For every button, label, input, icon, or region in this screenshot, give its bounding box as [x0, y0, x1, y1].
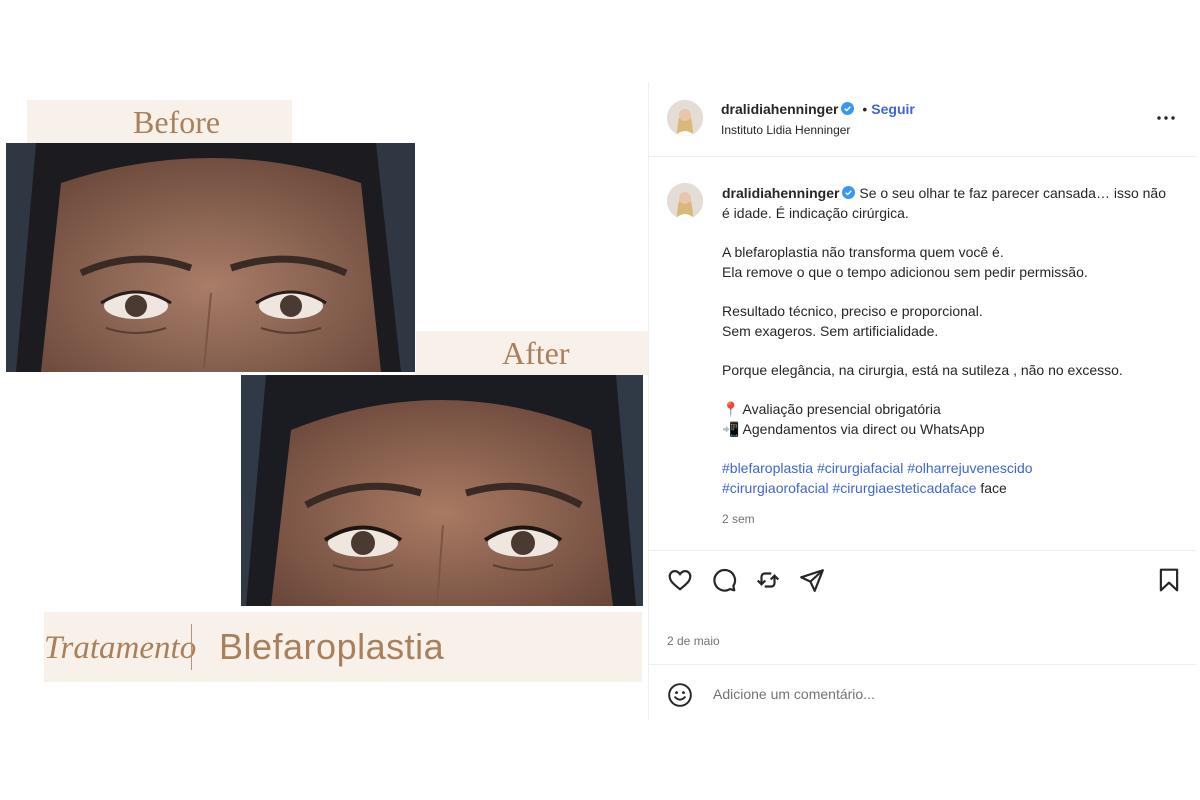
more-options-icon[interactable]	[1154, 106, 1178, 130]
comment-input[interactable]	[711, 681, 1155, 707]
caption-text: dralidiahenninger Se o seu olhar te faz …	[722, 183, 1172, 529]
caption-line: 📍 Avaliação presencial obrigatória	[722, 401, 941, 417]
header-username[interactable]: dralidiahenninger	[721, 101, 838, 117]
avatar[interactable]	[667, 100, 703, 136]
caption-timestamp[interactable]: 2 sem	[722, 509, 1172, 529]
caption-line: Porque elegância, na cirurgia, está na s…	[722, 362, 1123, 378]
before-label-box: Before	[27, 100, 292, 144]
after-photo	[241, 375, 643, 606]
emoji-icon[interactable]	[667, 682, 693, 708]
caption-line: Ela remove o que o tempo adicionou sem p…	[722, 264, 1088, 280]
caption-line: 📲 Agendamentos via direct ou WhatsApp	[722, 421, 985, 437]
action-bar	[649, 550, 1196, 611]
treatment-bar: Tratamento Blefaroplastia	[44, 612, 642, 682]
after-label: After	[502, 335, 570, 371]
bookmark-icon[interactable]	[1156, 567, 1182, 593]
before-photo	[6, 143, 415, 372]
header-user-line: dralidiahenninger • Seguir	[721, 101, 915, 117]
treatment-name: Blefaroplastia	[219, 626, 445, 667]
comment-box	[649, 664, 1196, 721]
treatment-separator	[191, 624, 192, 670]
post-date[interactable]: 2 de maio	[667, 634, 720, 648]
post-panel: dralidiahenninger • Seguir Instituto Lidi…	[648, 82, 1196, 720]
post-media[interactable]: Before After Tratamento Blefaroplastia	[0, 82, 648, 720]
location-subtitle[interactable]: Instituto Lidia Henninger	[721, 123, 850, 137]
repost-icon[interactable]	[755, 567, 781, 593]
caption-line: Sem exageros. Sem artificialidade.	[722, 323, 939, 339]
caption-section: dralidiahenninger Se o seu olhar te faz …	[649, 156, 1196, 548]
share-icon[interactable]	[799, 567, 825, 593]
post-header: dralidiahenninger • Seguir Instituto Lidi…	[649, 82, 1196, 157]
hashtags-line-1[interactable]: #blefaroplastia #cirurgiafacial #olharre…	[722, 460, 1033, 476]
comment-icon[interactable]	[711, 567, 737, 593]
caption-line: Resultado técnico, preciso e proporciona…	[722, 303, 983, 319]
caption-avatar[interactable]	[667, 183, 703, 219]
after-label-box: After	[416, 331, 648, 375]
caption-line: A blefaroplastia não transforma quem voc…	[722, 244, 1004, 260]
treatment-word: Tratamento	[44, 630, 197, 666]
hashtags-tail: face	[976, 480, 1007, 496]
header-separator: •	[862, 101, 868, 117]
heart-icon[interactable]	[667, 567, 693, 593]
caption-username[interactable]: dralidiahenninger	[722, 185, 839, 201]
verified-badge-icon	[842, 186, 856, 199]
hashtags-line-2[interactable]: #cirurgiaorofacial #cirurgiaesteticadafa…	[722, 480, 976, 496]
follow-button[interactable]: Seguir	[871, 101, 915, 117]
before-label: Before	[133, 104, 221, 140]
verified-badge-icon	[841, 102, 855, 115]
